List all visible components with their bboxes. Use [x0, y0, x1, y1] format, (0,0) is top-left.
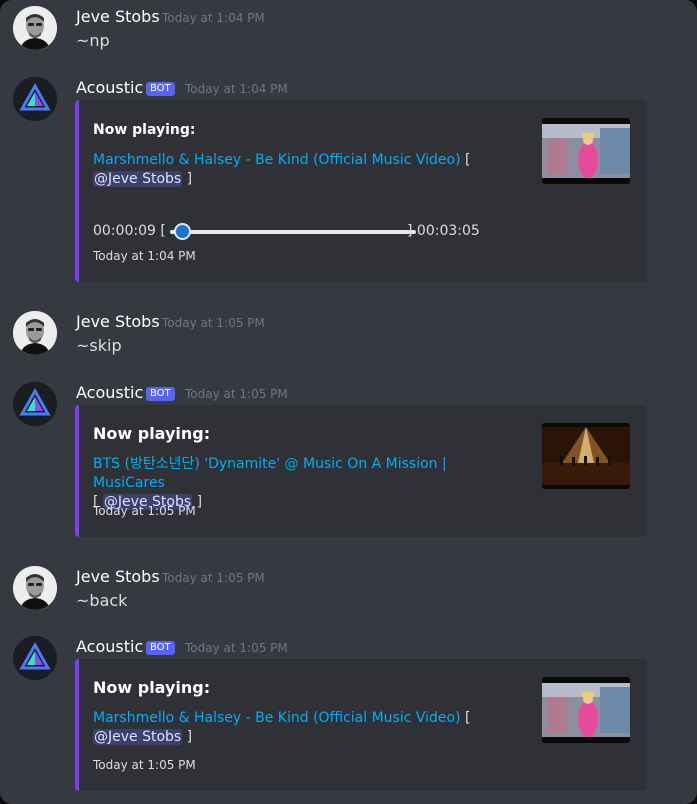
bracket-close: ]: [186, 171, 193, 187]
embed-description: Marshmello & Halsey - Be Kind (Official …: [93, 709, 513, 747]
now-playing-embed: Now playing: Marshmello & Halsey - Be Ki…: [75, 659, 647, 791]
avatar[interactable]: [13, 382, 57, 426]
video-thumbnail[interactable]: [542, 118, 630, 184]
username[interactable]: Acoustic: [76, 77, 143, 99]
timestamp: Today at 1:05 PM: [162, 571, 265, 585]
message-text: ~skip: [76, 336, 122, 355]
track-link[interactable]: Marshmello & Halsey - Be Kind (Official …: [93, 152, 461, 168]
username[interactable]: Acoustic: [76, 636, 143, 658]
bracket-close: ]: [196, 494, 203, 510]
progress-bar: 00:00:09 [ ] 00:03:05: [93, 221, 513, 241]
video-thumbnail[interactable]: [542, 423, 630, 489]
embed-footer: Today at 1:05 PM: [93, 758, 196, 772]
embed-title: Now playing:: [93, 122, 196, 138]
timestamp: Today at 1:04 PM: [185, 82, 288, 96]
user-mention[interactable]: @Jeve Stobs: [93, 729, 183, 745]
now-playing-embed: Now playing: Marshmello & Halsey - Be Ki…: [75, 100, 647, 282]
avatar[interactable]: [13, 6, 57, 50]
message-text: ~back: [76, 591, 128, 610]
progress-track: [170, 230, 416, 234]
total-time: ] 00:03:05: [407, 223, 480, 239]
username[interactable]: Acoustic: [76, 382, 143, 404]
avatar[interactable]: [13, 636, 57, 680]
username[interactable]: Jeve Stobs: [76, 566, 160, 588]
embed-footer: Today at 1:04 PM: [93, 249, 196, 263]
username[interactable]: Jeve Stobs: [76, 311, 160, 333]
bot-tag: BOT: [146, 641, 175, 655]
message-user: Jeve Stobs Today at 1:04 PM ~np: [0, 2, 697, 52]
bracket-close: ]: [186, 729, 193, 745]
now-playing-embed: Now playing: BTS (방탄소년단) 'Dynamite' @ Mu…: [75, 405, 647, 537]
bot-tag: BOT: [146, 82, 175, 96]
video-thumbnail[interactable]: [542, 677, 630, 743]
embed-description: Marshmello & Halsey - Be Kind (Official …: [93, 151, 513, 189]
message-user: Jeve Stobs Today at 1:05 PM ~back: [0, 562, 697, 612]
message-bot: Acoustic BOT Today at 1:05 PM Now playin…: [0, 632, 697, 792]
chat-panel: Jeve Stobs Today at 1:04 PM ~np Acoustic…: [0, 0, 697, 804]
progress-knob: [174, 223, 192, 240]
avatar[interactable]: [13, 566, 57, 610]
bot-tag: BOT: [146, 387, 175, 401]
message-bot: Acoustic BOT Today at 1:05 PM Now playin…: [0, 378, 697, 538]
timestamp: Today at 1:05 PM: [162, 316, 265, 330]
timestamp: Today at 1:04 PM: [162, 11, 265, 25]
timestamp: Today at 1:05 PM: [185, 387, 288, 401]
message-bot: Acoustic BOT Today at 1:04 PM Now playin…: [0, 73, 697, 283]
timestamp: Today at 1:05 PM: [185, 641, 288, 655]
bracket-open: [: [460, 152, 471, 168]
username[interactable]: Jeve Stobs: [76, 6, 160, 28]
message-text: ~np: [76, 31, 110, 50]
elapsed-time: 00:00:09 [: [93, 223, 166, 239]
message-user: Jeve Stobs Today at 1:05 PM ~skip: [0, 307, 697, 357]
avatar[interactable]: [13, 77, 57, 121]
embed-title: Now playing:: [93, 424, 211, 443]
bracket-open: [: [460, 710, 471, 726]
track-link[interactable]: Marshmello & Halsey - Be Kind (Official …: [93, 710, 461, 726]
embed-title: Now playing:: [93, 678, 211, 697]
avatar[interactable]: [13, 311, 57, 355]
user-mention[interactable]: @Jeve Stobs: [93, 171, 183, 187]
embed-footer: Today at 1:05 PM: [93, 504, 196, 518]
track-link[interactable]: BTS (방탄소년단) 'Dynamite' @ Music On A Miss…: [93, 456, 447, 491]
